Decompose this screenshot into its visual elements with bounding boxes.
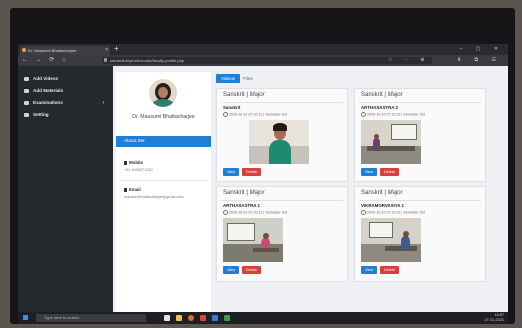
video-card: Sanskrit | Major VIKRAMORVASIYA 1 2020-1… bbox=[354, 186, 486, 282]
video-thumbnail[interactable] bbox=[361, 218, 421, 262]
video-thumbnail[interactable] bbox=[361, 120, 421, 164]
video-card: Sanskrit | Major ARTHASASTRA 1 2020-10-1… bbox=[216, 186, 348, 282]
video-thumbnail[interactable] bbox=[223, 218, 283, 262]
sidebar-item-label: Add Materials bbox=[33, 88, 64, 93]
view-button[interactable]: View bbox=[223, 266, 240, 274]
task-view-icon[interactable] bbox=[164, 315, 170, 321]
app-icon[interactable] bbox=[200, 315, 206, 321]
tab-files[interactable]: Files bbox=[238, 74, 258, 83]
delete-button[interactable]: Delete bbox=[380, 266, 399, 274]
clock-date: 27-01-2021 bbox=[484, 318, 504, 322]
clock-icon bbox=[223, 112, 228, 117]
address-bar[interactable]: sanskrit-dept.mkhs.edu/faculty-profile.p… bbox=[102, 57, 432, 64]
card-title: VIKRAMORVASIYA 1 bbox=[361, 203, 404, 208]
tab-videos[interactable]: Videos bbox=[216, 74, 240, 83]
card-subject: Sanskrit | Major bbox=[223, 190, 265, 196]
profile-name: Dr. Mausumi Bhattacharjee bbox=[132, 114, 195, 120]
url-text: sanskrit-dept.mkhs.edu/faculty-profile.p… bbox=[110, 58, 185, 63]
divider bbox=[221, 102, 343, 103]
clock-icon bbox=[361, 210, 366, 215]
file-icon bbox=[24, 89, 29, 93]
envelope-icon bbox=[124, 187, 127, 192]
gear-icon bbox=[24, 113, 29, 117]
video-card: Sanskrit | Major ARTHASASTRA 2 2020-10-1… bbox=[354, 88, 486, 182]
excel-icon[interactable] bbox=[224, 315, 230, 321]
sidebar-item-label: Setting bbox=[33, 112, 49, 117]
sidebar-item-examinations[interactable]: Examinations › bbox=[24, 98, 110, 108]
card-meta: 2020-10-12 07:10:12 | Semester 3rd bbox=[361, 112, 425, 117]
card-meta: 2020-10-12 07:10:12 | Semester 3rd bbox=[223, 112, 287, 117]
about-me-header[interactable]: About Me bbox=[116, 136, 211, 147]
view-button[interactable]: View bbox=[223, 168, 240, 176]
divider bbox=[221, 200, 343, 201]
card-subject: Sanskrit | Major bbox=[361, 92, 403, 98]
divider bbox=[120, 180, 207, 181]
video-icon bbox=[24, 77, 29, 81]
screen: Dr. Mausumi Bhattacharjee × + – ▢ ✕ ← → … bbox=[18, 44, 508, 324]
address-bar-icons[interactable]: ☆ ⋯ ⊕ bbox=[388, 55, 429, 66]
view-button[interactable]: View bbox=[361, 168, 378, 176]
email-label: Email bbox=[124, 187, 141, 192]
clock-icon bbox=[223, 210, 228, 215]
profile-panel: Dr. Mausumi Bhattacharjee About Me Mobil… bbox=[116, 72, 211, 312]
chevron-right-icon: › bbox=[102, 100, 104, 106]
card-subject: Sanskrit | Major bbox=[361, 190, 403, 196]
delete-button[interactable]: Delete bbox=[242, 168, 261, 176]
tab-close-icon[interactable]: × bbox=[105, 46, 108, 55]
card-title: ARTHASASTRA 2 bbox=[361, 105, 398, 110]
card-subject: Sanskrit | Major bbox=[223, 92, 265, 98]
browser-menu-icons[interactable]: ⬇ ⧉ ☰ bbox=[457, 55, 502, 66]
word-icon[interactable] bbox=[212, 315, 218, 321]
lock-icon bbox=[104, 58, 107, 62]
navigation-buttons[interactable]: ← → ⟳ ⌂ bbox=[22, 55, 69, 66]
view-button[interactable]: View bbox=[361, 266, 378, 274]
clock-icon bbox=[361, 112, 366, 117]
video-thumbnail[interactable] bbox=[249, 120, 309, 164]
window-controls[interactable]: – ▢ ✕ bbox=[460, 44, 504, 54]
new-tab-button[interactable]: + bbox=[114, 44, 119, 54]
windows-start-icon[interactable] bbox=[23, 315, 28, 320]
sidebar-item-add-materials[interactable]: Add Materials bbox=[24, 86, 110, 96]
web-page: Add Videos Add Materials Examinations › … bbox=[18, 66, 508, 312]
card-meta: 2020-10-12 07:10:12 | Semester 3rd bbox=[223, 210, 287, 215]
mobile-value: +91 9436371200 bbox=[124, 168, 153, 172]
tab-title: Dr. Mausumi Bhattacharjee bbox=[28, 48, 77, 53]
video-card: Sanskrit | Major Sanskrit 2020-10-12 07:… bbox=[216, 88, 348, 182]
email-value: mausumibhattacharjee@gmail.com bbox=[124, 195, 184, 199]
taskbar: Type here to search 16:57 27-01-2021 bbox=[18, 312, 508, 324]
exam-icon bbox=[24, 101, 29, 105]
divider bbox=[359, 102, 481, 103]
browser-tab-bar: Dr. Mausumi Bhattacharjee × + – ▢ ✕ bbox=[18, 44, 508, 55]
system-clock[interactable]: 16:57 27-01-2021 bbox=[485, 313, 504, 323]
mobile-label: Mobile bbox=[124, 160, 143, 165]
sidebar-item-label: Add Videos bbox=[33, 76, 59, 81]
avatar bbox=[149, 79, 177, 107]
taskbar-search-input[interactable]: Type here to search bbox=[36, 314, 146, 322]
card-title: Sanskrit bbox=[223, 105, 241, 110]
file-explorer-icon[interactable] bbox=[176, 315, 182, 321]
card-meta: 2020-10-12 07:10:12 | Semester 3rd bbox=[361, 210, 425, 215]
delete-button[interactable]: Delete bbox=[380, 168, 399, 176]
firefox-icon[interactable] bbox=[188, 315, 194, 321]
sidebar-item-setting[interactable]: Setting bbox=[24, 110, 110, 120]
delete-button[interactable]: Delete bbox=[242, 266, 261, 274]
phone-icon bbox=[124, 160, 127, 165]
sidebar-item-add-videos[interactable]: Add Videos bbox=[24, 74, 110, 84]
site-favicon-icon bbox=[22, 48, 26, 52]
divider bbox=[359, 200, 481, 201]
content-area: Videos Files Sanskrit | Major Sanskrit 2… bbox=[214, 72, 508, 312]
browser-toolbar: ← → ⟳ ⌂ sanskrit-dept.mkhs.edu/faculty-p… bbox=[18, 55, 508, 66]
card-title: ARTHASASTRA 1 bbox=[223, 203, 260, 208]
browser-tab[interactable]: Dr. Mausumi Bhattacharjee × bbox=[20, 46, 110, 55]
sidebar-item-label: Examinations bbox=[33, 100, 63, 105]
sidebar: Add Videos Add Materials Examinations › … bbox=[18, 66, 113, 312]
